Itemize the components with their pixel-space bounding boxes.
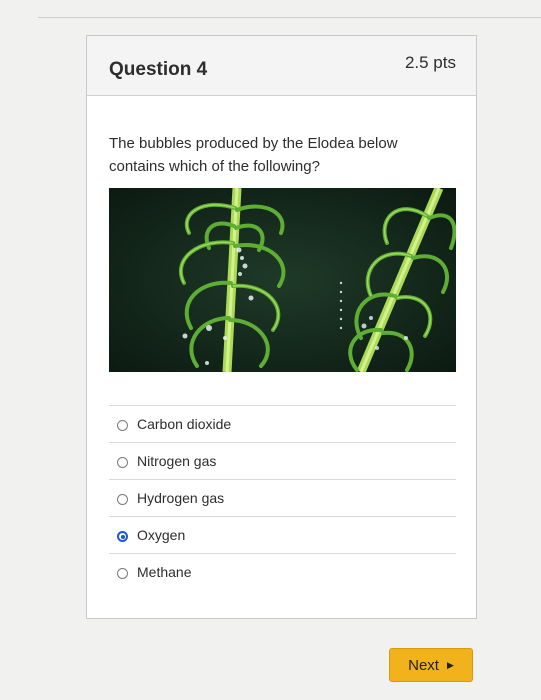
top-divider [38, 17, 541, 18]
answer-label: Carbon dioxide [137, 416, 232, 432]
answer-label: Methane [137, 564, 192, 580]
question-points: 2.5 pts [404, 53, 456, 72]
elodea-photo [109, 188, 456, 372]
triangle-right-icon: ▶ [446, 659, 454, 670]
question-text: The bubbles produced by the Elodea below… [109, 135, 398, 175]
answer-option[interactable]: Oxygen [109, 516, 456, 553]
question-card: Question 4 2.5 pts The bubbles produced … [86, 35, 477, 619]
answer-label: Nitrogen gas [137, 453, 217, 469]
radio-button[interactable] [117, 494, 128, 505]
answer-label: Oxygen [137, 527, 186, 543]
question-title: Question 4 [109, 59, 208, 80]
answer-label: Hydrogen gas [137, 490, 225, 506]
radio-button[interactable] [117, 568, 128, 579]
answer-option[interactable]: Carbon dioxide [109, 405, 456, 442]
question-header: Question 4 2.5 pts [87, 36, 476, 96]
answer-option[interactable]: Nitrogen gas [109, 442, 456, 479]
radio-button-selected[interactable] [117, 531, 128, 542]
next-button[interactable]: Next ▶ [389, 648, 473, 682]
answer-option[interactable]: Methane [109, 553, 456, 590]
next-button-label: Next [408, 656, 439, 674]
answer-option[interactable]: Hydrogen gas [109, 479, 456, 516]
radio-button[interactable] [117, 457, 128, 468]
answer-list: Carbon dioxide Nitrogen gas Hydrogen gas… [109, 405, 456, 590]
radio-button[interactable] [117, 420, 128, 431]
